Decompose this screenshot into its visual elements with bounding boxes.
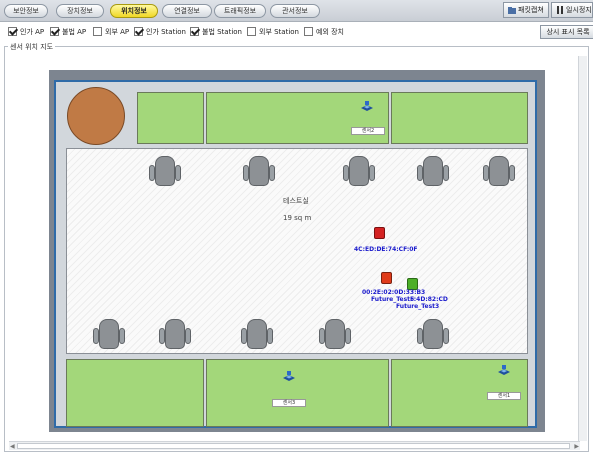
tab-office[interactable]: 관서정보 (270, 4, 320, 18)
chair-icon (148, 153, 182, 191)
filter-row: 인가 AP 불법 AP 외부 AP 인가 Station 불법 Station … (0, 22, 593, 42)
chair-icon (482, 153, 516, 191)
panel-title: 센서 위치 지도 (8, 42, 56, 52)
scroll-thumb[interactable] (17, 443, 570, 449)
chair-icon (342, 153, 376, 191)
chair-icon (158, 316, 192, 354)
tab-bar: 보안정보 장치정보 위치정보 연결정보 트래픽정보 관서정보 패킷캡쳐 일시정지 (0, 0, 593, 22)
filter-label: 인가 AP (20, 28, 45, 36)
sensor-icon[interactable] (282, 370, 296, 382)
chair-icon (92, 316, 126, 354)
pause-button[interactable]: 일시정지 (551, 2, 593, 18)
room-bottom-2 (206, 359, 389, 427)
checkbox-checked[interactable] (8, 27, 17, 36)
pause-label: 일시정지 (566, 6, 592, 14)
sensor-icon[interactable] (497, 364, 511, 376)
chair-icon (416, 153, 450, 191)
device-label: F:4D:82:CD (410, 296, 448, 303)
filter-authorized-station[interactable]: 인가 Station (134, 27, 186, 38)
chair-icon (318, 316, 352, 354)
packet-capture-label: 패킷캡쳐 (518, 6, 544, 14)
checkbox-unchecked[interactable] (247, 27, 256, 36)
vertical-scrollbar[interactable] (578, 56, 587, 441)
device-label: 00:2E:02:0D:33:B3 (362, 289, 426, 296)
filter-label: 외부 Station (259, 28, 299, 36)
room-bottom-1 (66, 359, 204, 427)
checkbox-checked[interactable] (50, 27, 59, 36)
horizontal-scrollbar[interactable]: ◀ ▶ (9, 441, 580, 450)
sensor-icon[interactable] (360, 100, 374, 112)
room-name: 테스트실 (283, 197, 309, 205)
room-top-3 (391, 92, 528, 144)
checkbox-unchecked[interactable] (304, 27, 313, 36)
tab-traffic[interactable]: 트래픽정보 (214, 4, 266, 18)
checkbox-checked[interactable] (190, 27, 199, 36)
filter-label: 불법 Station (202, 28, 242, 36)
station-icon[interactable] (374, 227, 385, 239)
filter-illegal-station[interactable]: 불법 Station (190, 27, 242, 38)
filter-label: 외부 AP (105, 28, 130, 36)
tab-security[interactable]: 보안정보 (4, 4, 48, 18)
room-top-1 (137, 92, 204, 144)
filter-illegal-ap[interactable]: 불법 AP (50, 27, 86, 38)
sensor-label: 센서3 (272, 399, 306, 407)
folder-icon (508, 7, 516, 14)
pause-icon (557, 6, 563, 14)
tab-connection[interactable]: 연결정보 (162, 4, 212, 18)
chair-icon (240, 316, 274, 354)
filter-label: 예외 장치 (316, 28, 344, 36)
filter-authorized-ap[interactable]: 인가 AP (8, 27, 44, 38)
chair-icon (242, 153, 276, 191)
round-table (67, 87, 125, 145)
chair-icon (416, 316, 450, 354)
sensor-label: 센서2 (351, 127, 385, 135)
lab-room (66, 148, 528, 354)
filter-exception-device[interactable]: 예외 장치 (304, 27, 344, 38)
filter-label: 인가 Station (146, 28, 186, 36)
checkbox-unchecked[interactable] (93, 27, 102, 36)
checkbox-checked[interactable] (134, 27, 143, 36)
tab-location[interactable]: 위치정보 (110, 4, 158, 18)
room-area: 19 sq m (283, 214, 312, 222)
tab-device[interactable]: 장치정보 (56, 4, 104, 18)
always-show-list-button[interactable]: 상시 표시 목록 (540, 25, 593, 39)
filter-label: 불법 AP (62, 28, 87, 36)
app-window: 보안정보 장치정보 위치정보 연결정보 트래픽정보 관서정보 패킷캡쳐 일시정지… (0, 0, 593, 456)
device-label: Future_Test3 (396, 303, 440, 310)
scroll-left-icon[interactable]: ◀ (10, 443, 15, 450)
filter-external-ap[interactable]: 외부 AP (93, 27, 129, 38)
sensor-label: 센서1 (487, 392, 521, 400)
scroll-right-icon[interactable]: ▶ (574, 443, 579, 450)
device-label: 4C:ED:DE:74:CF:0F (354, 246, 418, 253)
illegal-ap-icon[interactable] (381, 272, 392, 284)
filter-external-station[interactable]: 외부 Station (247, 27, 299, 38)
device-label: Future_Test5 (371, 296, 415, 303)
packet-capture-button[interactable]: 패킷캡쳐 (503, 2, 549, 18)
